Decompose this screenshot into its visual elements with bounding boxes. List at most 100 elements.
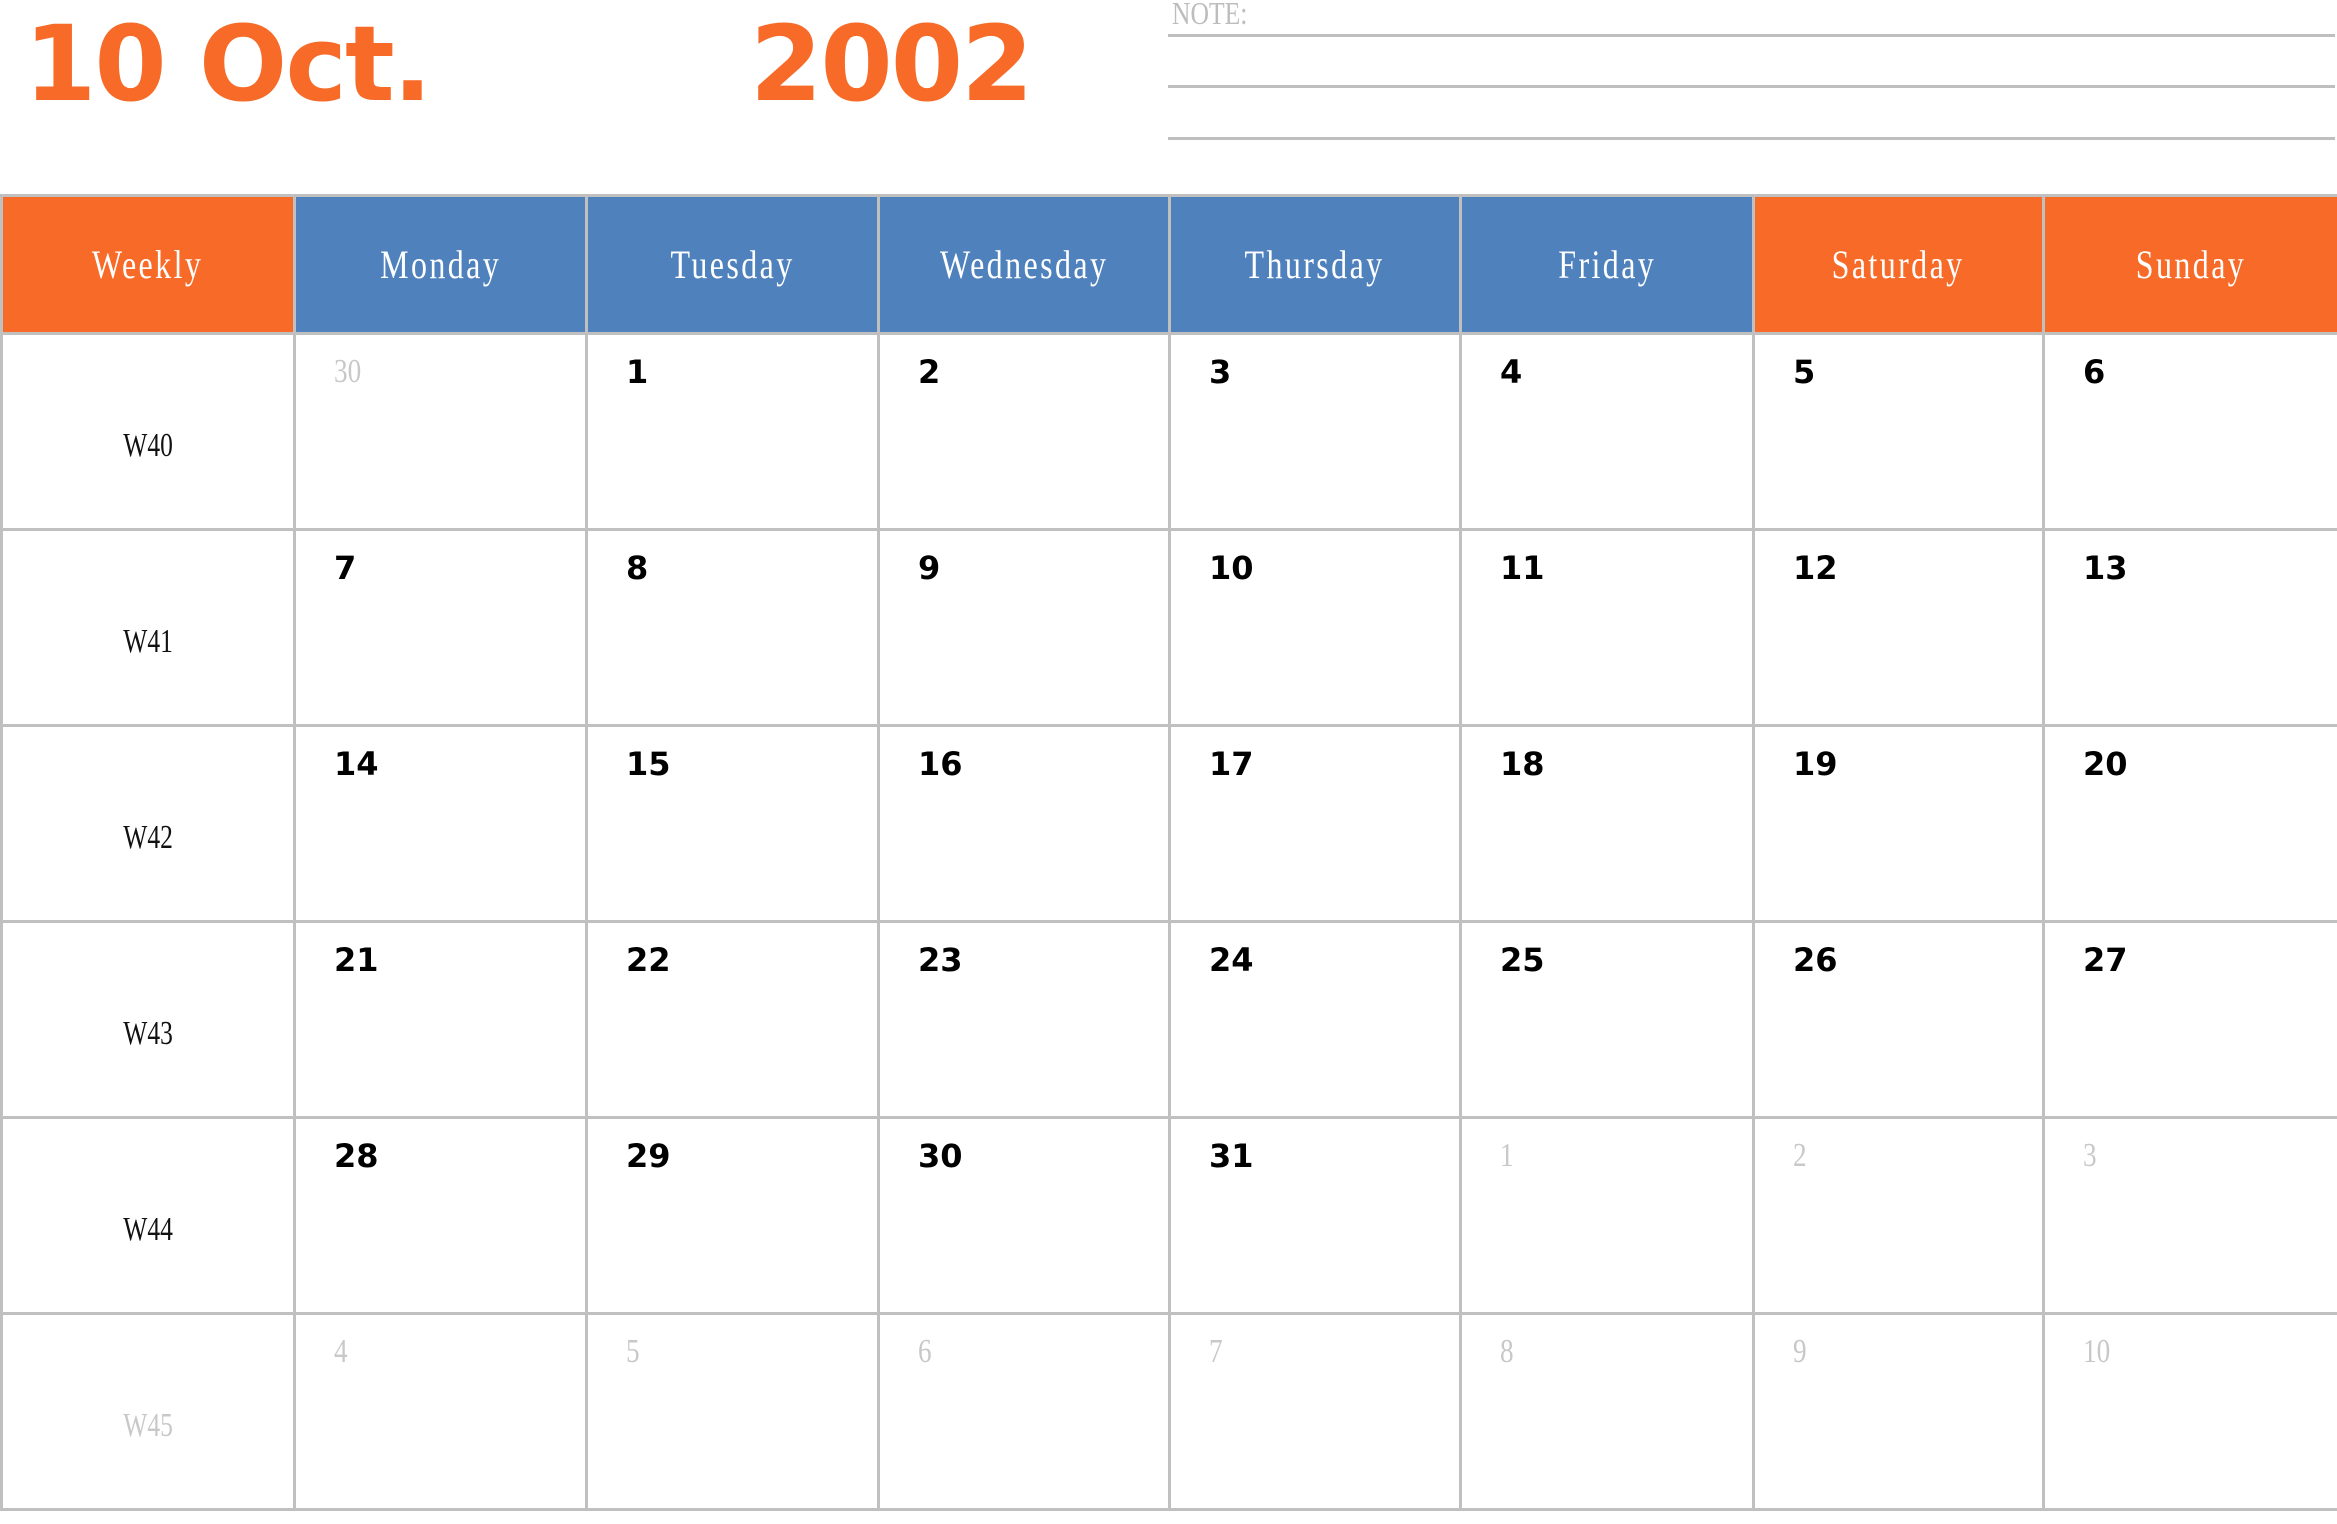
adjacent-month-day-number: 4: [334, 1333, 348, 1370]
day-cell[interactable]: 8: [1459, 1312, 1755, 1511]
day-cell[interactable]: 28: [293, 1116, 588, 1315]
day-number: 13: [2083, 549, 2128, 587]
day-cell[interactable]: 19: [1752, 724, 2045, 923]
week-row: W40 30 1 2 3 4 5 6: [0, 332, 2337, 531]
day-cell[interactable]: 13: [2042, 528, 2337, 727]
adjacent-month-day-number: 3: [2083, 1137, 2097, 1174]
day-cell[interactable]: 1: [1459, 1116, 1755, 1315]
note-line[interactable]: [1168, 34, 2335, 37]
day-cell[interactable]: 17: [1168, 724, 1462, 923]
day-cell[interactable]: 16: [877, 724, 1171, 923]
day-number: 3: [1209, 353, 1232, 391]
day-number: 6: [2083, 353, 2106, 391]
day-cell[interactable]: 6: [877, 1312, 1171, 1511]
column-header-sunday: Sunday: [2042, 194, 2337, 335]
day-cell[interactable]: 31: [1168, 1116, 1462, 1315]
week-number-cell: W45: [0, 1312, 296, 1511]
column-header-tuesday: Tuesday: [585, 194, 880, 335]
day-cell[interactable]: 9: [1752, 1312, 2045, 1511]
day-cell[interactable]: 5: [1752, 332, 2045, 531]
day-cell[interactable]: 30: [293, 332, 588, 531]
day-number: 4: [1500, 353, 1523, 391]
adjacent-month-day-number: 7: [1209, 1333, 1223, 1370]
week-number-cell: W41: [0, 528, 296, 727]
day-cell[interactable]: 4: [1459, 332, 1755, 531]
day-cell[interactable]: 18: [1459, 724, 1755, 923]
day-cell[interactable]: 15: [585, 724, 880, 923]
day-cell[interactable]: 23: [877, 920, 1171, 1119]
day-cell[interactable]: 22: [585, 920, 880, 1119]
day-number: 7: [334, 549, 357, 587]
note-line[interactable]: [1168, 137, 2335, 140]
header-row: Weekly Monday Tuesday Wednesday Thursday…: [0, 194, 2337, 335]
week-number-cell: W42: [0, 724, 296, 923]
day-number: 9: [918, 549, 941, 587]
day-cell[interactable]: 6: [2042, 332, 2337, 531]
day-number: 20: [2083, 745, 2128, 783]
note-line[interactable]: [1168, 85, 2335, 88]
week-row: W41 7 8 9 10 11 12 13: [0, 528, 2337, 727]
column-header-monday: Monday: [293, 194, 588, 335]
adjacent-month-day-number: 5: [626, 1333, 640, 1370]
day-number: 14: [334, 745, 379, 783]
day-cell[interactable]: 14: [293, 724, 588, 923]
day-cell[interactable]: 10: [1168, 528, 1462, 727]
day-cell[interactable]: 1: [585, 332, 880, 531]
adjacent-month-day-number: 9: [1793, 1333, 1807, 1370]
year-title: 2002: [750, 3, 1033, 125]
adjacent-month-day-number: 2: [1793, 1137, 1807, 1174]
day-number: 26: [1793, 941, 1838, 979]
day-number: 23: [918, 941, 963, 979]
week-number-cell: W43: [0, 920, 296, 1119]
day-cell[interactable]: 8: [585, 528, 880, 727]
day-cell[interactable]: 2: [877, 332, 1171, 531]
day-number: 2: [918, 353, 941, 391]
day-cell[interactable]: 25: [1459, 920, 1755, 1119]
month-day-title: 10 Oct.: [24, 3, 432, 125]
day-number: 1: [626, 353, 649, 391]
column-header-weekly: Weekly: [0, 194, 296, 335]
day-number: 27: [2083, 941, 2128, 979]
day-cell[interactable]: 11: [1459, 528, 1755, 727]
day-number: 10: [1209, 549, 1254, 587]
day-number: 21: [334, 941, 379, 979]
day-cell[interactable]: 9: [877, 528, 1171, 727]
week-row: W42 14 15 16 17 18 19 20: [0, 724, 2337, 923]
day-cell[interactable]: 27: [2042, 920, 2337, 1119]
day-cell[interactable]: 3: [2042, 1116, 2337, 1315]
day-cell[interactable]: 3: [1168, 332, 1462, 531]
day-cell[interactable]: 29: [585, 1116, 880, 1315]
day-cell[interactable]: 4: [293, 1312, 588, 1511]
week-number-label: W45: [123, 1407, 173, 1444]
day-number: 5: [1793, 353, 1816, 391]
day-cell[interactable]: 5: [585, 1312, 880, 1511]
week-row: W43 21 22 23 24 25 26 27: [0, 920, 2337, 1119]
column-header-wednesday: Wednesday: [877, 194, 1171, 335]
day-number: 12: [1793, 549, 1838, 587]
day-number: 18: [1500, 745, 1545, 783]
day-cell[interactable]: 26: [1752, 920, 2045, 1119]
day-number: 24: [1209, 941, 1254, 979]
week-number-label: W44: [123, 1211, 173, 1248]
day-number: 30: [918, 1137, 963, 1175]
note-label: NOTE:: [1172, 0, 1248, 31]
day-cell[interactable]: 20: [2042, 724, 2337, 923]
day-cell[interactable]: 12: [1752, 528, 2045, 727]
day-cell[interactable]: 21: [293, 920, 588, 1119]
day-cell[interactable]: 30: [877, 1116, 1171, 1315]
day-cell[interactable]: 10: [2042, 1312, 2337, 1511]
day-number: 11: [1500, 549, 1545, 587]
day-cell[interactable]: 7: [293, 528, 588, 727]
day-cell[interactable]: 7: [1168, 1312, 1462, 1511]
day-number: 31: [1209, 1137, 1254, 1175]
week-number-label: W40: [123, 427, 173, 464]
column-header-thursday: Thursday: [1168, 194, 1462, 335]
day-cell[interactable]: 24: [1168, 920, 1462, 1119]
day-number: 25: [1500, 941, 1545, 979]
day-number: 29: [626, 1137, 671, 1175]
column-header-saturday: Saturday: [1752, 194, 2045, 335]
week-number-label: W42: [123, 819, 173, 856]
day-cell[interactable]: 2: [1752, 1116, 2045, 1315]
week-row: W45 4 5 6 7 8 9 10: [0, 1312, 2337, 1511]
adjacent-month-day-number: 6: [918, 1333, 932, 1370]
